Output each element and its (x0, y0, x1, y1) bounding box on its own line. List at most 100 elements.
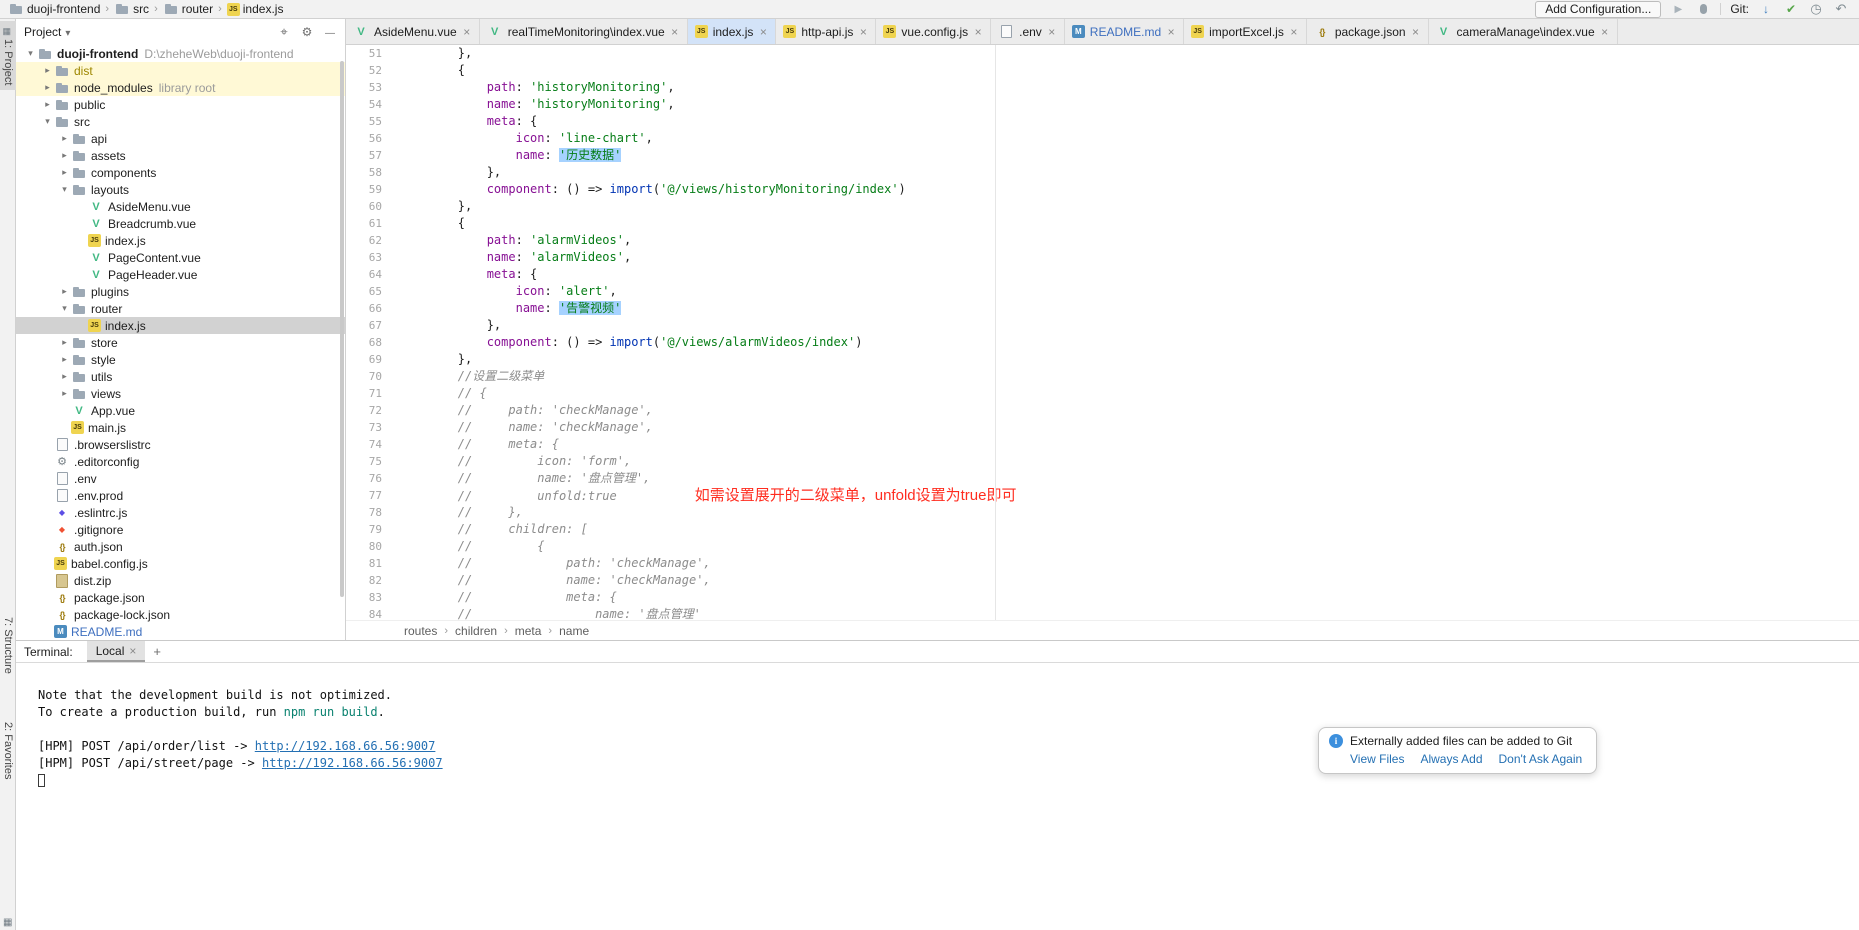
code-line[interactable]: 76 // name: '盘点管理', (346, 470, 1859, 487)
debug-icon[interactable] (1695, 1, 1711, 17)
editor-tab[interactable]: VAsideMenu.vue (346, 19, 480, 44)
tree-item[interactable]: ▾router (16, 300, 345, 317)
tree-item[interactable]: ▸utils (16, 368, 345, 385)
code-line[interactable]: 55 meta: { (346, 113, 1859, 130)
tree-item[interactable]: {}auth.json (16, 538, 345, 555)
editor-tab[interactable]: {}package.json (1307, 19, 1429, 44)
run-icon[interactable] (1670, 1, 1686, 17)
tree-item[interactable]: ▾src (16, 113, 345, 130)
editor-breadcrumb-item[interactable]: routes (404, 624, 437, 638)
tree-item[interactable]: VPageHeader.vue (16, 266, 345, 283)
editor-tab[interactable]: JSvue.config.js (876, 19, 991, 44)
code-line[interactable]: 78 // }, (346, 504, 1859, 521)
tree-item[interactable]: .browserslistrc (16, 436, 345, 453)
code-line[interactable]: 63 name: 'alarmVideos', (346, 249, 1859, 266)
tree-item[interactable]: ⚙.editorconfig (16, 453, 345, 470)
tab-close-icon[interactable] (670, 25, 680, 39)
editor-breadcrumb-item[interactable]: name (559, 624, 589, 638)
chevron-down-icon[interactable]: ▾ (58, 184, 71, 195)
code-line[interactable]: 73 // name: 'checkManage', (346, 419, 1859, 436)
gear-icon[interactable] (300, 25, 314, 39)
tree-item[interactable]: JSindex.js (16, 317, 345, 334)
code-line[interactable]: 83 // meta: { (346, 589, 1859, 606)
tree-item[interactable]: ▸store (16, 334, 345, 351)
project-scrollbar[interactable] (340, 61, 344, 597)
tab-close-icon[interactable] (858, 25, 868, 39)
new-terminal-tab-icon[interactable] (153, 644, 161, 659)
code-line[interactable]: 52 { (346, 62, 1859, 79)
code-line[interactable]: 59 component: () => import('@/views/hist… (346, 181, 1859, 198)
tree-item[interactable]: ▸node_moduleslibrary root (16, 79, 345, 96)
chevron-right-icon[interactable]: ▸ (41, 65, 54, 76)
rollback-icon[interactable] (1833, 1, 1849, 17)
chevron-right-icon[interactable]: ▸ (58, 133, 71, 144)
terminal-link[interactable]: http://192.168.66.56:9007 (262, 756, 443, 770)
tool-window-button-project[interactable]: 1: Project (0, 21, 16, 90)
code-line[interactable]: 79 // children: [ (346, 521, 1859, 538)
code-line[interactable]: 74 // meta: { (346, 436, 1859, 453)
chevron-right-icon[interactable]: ▸ (41, 82, 54, 93)
tree-item[interactable]: .env (16, 470, 345, 487)
chevron-down-icon[interactable]: ▾ (41, 116, 54, 127)
code-line[interactable]: 62 path: 'alarmVideos', (346, 232, 1859, 249)
tree-item[interactable]: ▸public (16, 96, 345, 113)
chevron-right-icon[interactable]: ▸ (58, 371, 71, 382)
tree-item[interactable]: ▸plugins (16, 283, 345, 300)
code-line[interactable]: 65 icon: 'alert', (346, 283, 1859, 300)
tree-item[interactable]: ▾duoji-frontendD:\zheheWeb\duoji-fronten… (16, 45, 345, 62)
tree-item[interactable]: VApp.vue (16, 402, 345, 419)
close-icon[interactable] (129, 644, 136, 658)
code-line[interactable]: 67 }, (346, 317, 1859, 334)
tree-item[interactable]: {}package.json (16, 589, 345, 606)
tool-window-switcher-icon[interactable] (3, 917, 12, 928)
tree-item[interactable]: VPageContent.vue (16, 249, 345, 266)
tab-close-icon[interactable] (462, 25, 472, 39)
tab-close-icon[interactable] (758, 25, 768, 39)
tree-item[interactable]: ▸views (16, 385, 345, 402)
code-line[interactable]: 58 }, (346, 164, 1859, 181)
chevron-right-icon[interactable]: ▸ (58, 167, 71, 178)
git-commit-icon[interactable] (1783, 1, 1799, 17)
code-line[interactable]: 61 { (346, 215, 1859, 232)
code-line[interactable]: 54 name: 'historyMonitoring', (346, 96, 1859, 113)
tree-item[interactable]: ▸dist (16, 62, 345, 79)
notification-action-link[interactable]: Always Add (1420, 752, 1482, 766)
locate-file-icon[interactable] (277, 24, 291, 40)
breadcrumb-item[interactable]: JSindex.js (225, 0, 286, 18)
code-line[interactable]: 71 // { (346, 385, 1859, 402)
terminal-tab-local[interactable]: Local (87, 641, 146, 662)
code-line[interactable]: 77 // unfold:true如需设置展开的二级菜单，unfold设置为tr… (346, 487, 1859, 504)
notification-action-link[interactable]: Don't Ask Again (1499, 752, 1583, 766)
editor-tab[interactable]: JSindex.js (688, 19, 777, 44)
code-line[interactable]: 81 // path: 'checkManage', (346, 555, 1859, 572)
notification-action-link[interactable]: View Files (1350, 752, 1404, 766)
tree-item[interactable]: MREADME.md (16, 623, 345, 640)
chevron-right-icon[interactable]: ▸ (58, 354, 71, 365)
chevron-down-icon[interactable] (65, 25, 70, 39)
chevron-right-icon[interactable]: ▸ (58, 286, 71, 297)
code-line[interactable]: 68 component: () => import('@/views/alar… (346, 334, 1859, 351)
tab-close-icon[interactable] (1289, 25, 1299, 39)
editor-tab[interactable]: VcameraManage\index.vue (1429, 19, 1618, 44)
tab-close-icon[interactable] (1411, 25, 1421, 39)
editor-tab[interactable]: JSimportExcel.js (1184, 19, 1307, 44)
editor-breadcrumb-item[interactable]: meta (515, 624, 542, 638)
code-line[interactable]: 75 // icon: 'form', (346, 453, 1859, 470)
tree-item[interactable]: {}package-lock.json (16, 606, 345, 623)
tool-window-button-structure[interactable]: 7: Structure (0, 612, 16, 679)
terminal-link[interactable]: http://192.168.66.56:9007 (255, 739, 436, 753)
tree-item[interactable]: ◆.eslintrc.js (16, 504, 345, 521)
code-line[interactable]: 66 name: '告警视频' (346, 300, 1859, 317)
code-line[interactable]: 72 // path: 'checkManage', (346, 402, 1859, 419)
chevron-right-icon[interactable]: ▸ (58, 337, 71, 348)
tab-close-icon[interactable] (1600, 25, 1610, 39)
tool-window-button-favorites[interactable]: 2: Favorites (0, 717, 16, 784)
tab-close-icon[interactable] (1047, 25, 1057, 39)
add-configuration-button[interactable]: Add Configuration... (1535, 1, 1661, 18)
tree-item[interactable]: dist.zip (16, 572, 345, 589)
editor-tab[interactable]: MREADME.md (1065, 19, 1184, 44)
breadcrumb-item[interactable]: router (161, 0, 215, 18)
code-line[interactable]: 56 icon: 'line-chart', (346, 130, 1859, 147)
tab-close-icon[interactable] (1166, 25, 1176, 39)
editor-tab[interactable]: .env (991, 19, 1065, 44)
